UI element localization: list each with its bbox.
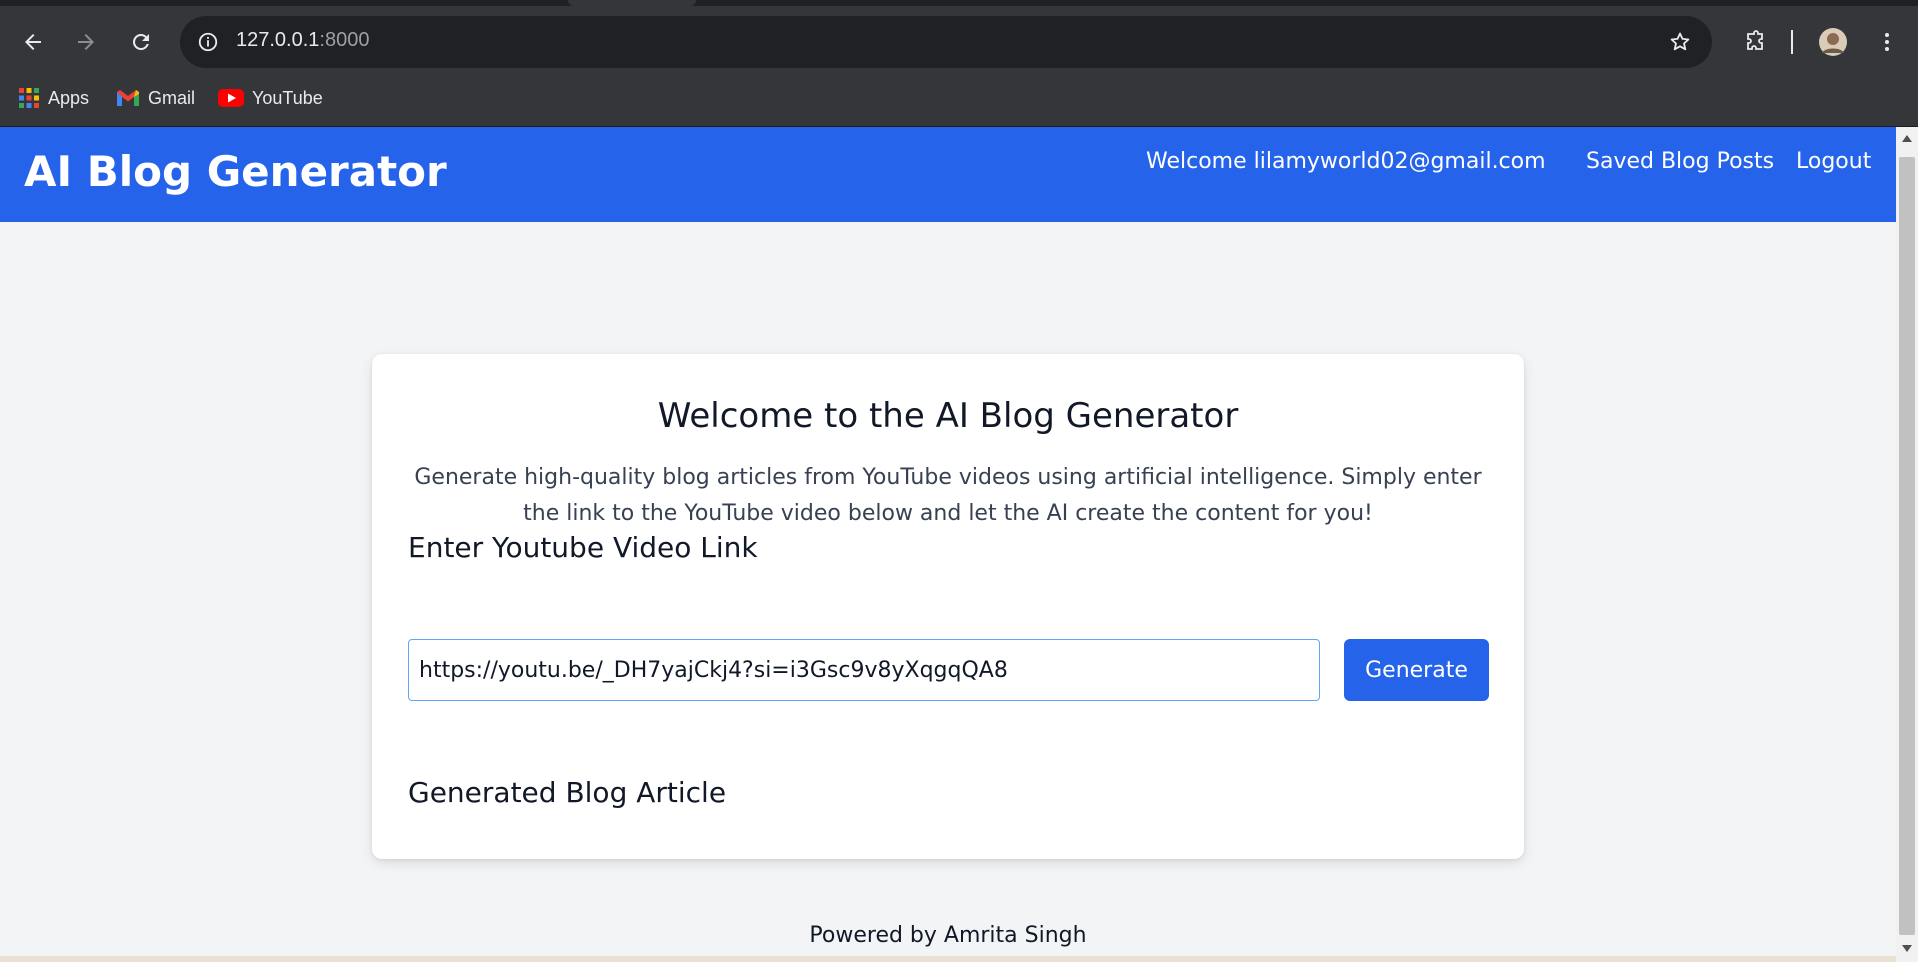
menu-button[interactable] [1867, 22, 1907, 62]
url-host: 127.0.0.1 [236, 29, 320, 51]
reload-button[interactable] [121, 22, 161, 62]
url-text[interactable]: 127.0.0.1:8000 [236, 29, 369, 52]
site-info-icon[interactable] [194, 28, 222, 56]
puzzle-icon [1747, 30, 1763, 50]
bookmark-apps[interactable]: Apps [18, 84, 89, 112]
welcome-text: Welcome lilamyworld02@gmail.com [1146, 149, 1546, 174]
scrollbar-thumb[interactable] [1899, 157, 1915, 935]
browser-chrome: 127.0.0.1:8000 Apps Gmail YouTube [0, 0, 1918, 127]
tab-strip [0, 0, 1918, 6]
apps-grid-icon [19, 88, 39, 108]
generated-article-heading: Generated Blog Article [408, 776, 727, 809]
bookmark-youtube[interactable]: YouTube [218, 84, 323, 112]
active-tab[interactable] [568, 0, 696, 6]
page-title: Welcome to the AI Blog Generator [657, 396, 1239, 436]
saved-blog-posts-link[interactable]: Saved Blog Posts [1586, 149, 1774, 174]
bookmark-label: YouTube [252, 87, 323, 108]
bookmark-label: Apps [48, 87, 90, 108]
arrow-right-icon [78, 34, 94, 50]
brand-title[interactable]: AI Blog Generator [24, 147, 447, 196]
youtube-link-input[interactable] [408, 639, 1320, 701]
bottom-edge [0, 956, 1896, 962]
reload-icon [133, 33, 149, 50]
description-text: Generate high-quality blog articles from… [414, 465, 1482, 526]
extensions-button[interactable] [1736, 22, 1776, 62]
forward-button[interactable] [66, 22, 106, 62]
gmail-icon [117, 90, 139, 106]
profile-avatar[interactable] [1813, 22, 1853, 62]
video-link-label: Enter Youtube Video Link [408, 531, 758, 564]
page-scrollbar[interactable] [1896, 127, 1918, 962]
arrow-left-icon [25, 34, 41, 50]
page-viewport: AI Blog Generator Welcome lilamyworld02@… [0, 127, 1896, 962]
bookmark-star-icon[interactable] [1666, 28, 1694, 56]
avatar-icon [1819, 28, 1847, 56]
bookmarks-bar: Apps Gmail YouTube [0, 80, 1918, 114]
url-port: :8000 [319, 29, 370, 51]
youtube-icon [218, 89, 244, 107]
scroll-up-arrow-icon[interactable] [1902, 135, 1912, 142]
bookmark-label: Gmail [148, 87, 196, 108]
generate-button[interactable]: Generate [1344, 639, 1489, 701]
scroll-down-arrow-icon[interactable] [1902, 945, 1912, 952]
bookmark-gmail[interactable]: Gmail [116, 84, 195, 112]
toolbar-divider [1791, 30, 1793, 54]
more-vert-icon [1885, 33, 1889, 51]
app-navbar: AI Blog Generator Welcome lilamyworld02@… [0, 127, 1896, 222]
address-bar[interactable]: 127.0.0.1:8000 [180, 16, 1712, 68]
back-button[interactable] [13, 22, 53, 62]
footer-text: Powered by Amrita Singh [809, 923, 1087, 948]
logout-link[interactable]: Logout [1796, 149, 1871, 174]
generator-card: Welcome to the AI Blog Generator Generat… [372, 354, 1524, 859]
